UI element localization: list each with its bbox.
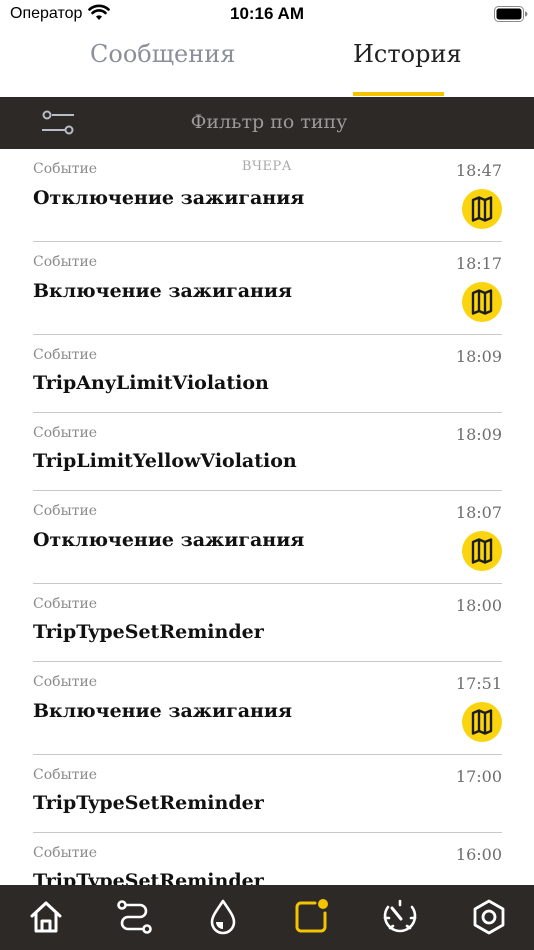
event-time: 17:00	[455, 767, 502, 786]
event-row[interactable]: Событие 18:00 TripTypeSetReminder	[0, 584, 534, 662]
status-bar: Оператор 10:16 AM	[0, 0, 534, 28]
speedometer-icon[interactable]	[382, 899, 418, 935]
filter-by-type-label[interactable]: Фильтр по типу	[0, 111, 534, 133]
route-icon[interactable]	[116, 899, 152, 935]
event-time: 16:00	[455, 845, 502, 864]
history-list[interactable]: ВЧЕРА Событие 18:47 Отключение зажигания Со…	[0, 149, 534, 885]
event-title: TripLimitYellowViolation	[33, 450, 297, 472]
event-time: 18:00	[455, 596, 502, 615]
event-title: TripTypeSetReminder	[33, 621, 264, 643]
notifications-icon[interactable]	[293, 899, 329, 935]
active-tab-indicator	[353, 92, 444, 96]
day-section-label: ВЧЕРА	[241, 159, 293, 174]
show-on-map-button[interactable]	[462, 702, 502, 742]
map-icon	[471, 289, 493, 315]
show-on-map-button[interactable]	[462, 189, 502, 229]
fuel-drop-icon[interactable]	[205, 899, 241, 935]
event-title: TripAnyLimitViolation	[33, 372, 269, 394]
event-title: Включение зажигания	[33, 280, 293, 302]
event-row[interactable]: Событие 18:09 TripLimitYellowViolation	[0, 413, 534, 491]
event-title: TripTypeSetReminder	[33, 792, 264, 814]
bottom-navigation	[0, 885, 534, 950]
clock: 10:16 AM	[229, 4, 304, 23]
tab-bar: Сообщения История	[0, 28, 534, 96]
event-type: Событие	[33, 845, 98, 861]
event-time: 18:09	[455, 347, 502, 366]
event-title: Отключение зажигания	[33, 187, 305, 209]
map-icon	[471, 538, 493, 564]
event-row[interactable]: Событие 17:51 Включение зажигания	[0, 662, 534, 755]
map-icon	[471, 709, 493, 735]
filter-bar[interactable]: Фильтр по типу	[0, 97, 534, 149]
event-row[interactable]: Событие 18:09 TripAnyLimitViolation	[0, 335, 534, 413]
event-title: Отключение зажигания	[33, 529, 305, 551]
event-row[interactable]: Событие 17:00 TripTypeSetReminder	[0, 755, 534, 833]
event-type: Событие	[33, 425, 98, 441]
event-type: Событие	[33, 503, 98, 519]
event-type: Событие	[33, 767, 98, 783]
event-time: 18:17	[455, 254, 502, 273]
home-icon[interactable]	[28, 899, 64, 935]
tab-messages[interactable]: Сообщения	[90, 40, 235, 68]
event-title: Включение зажигания	[33, 700, 293, 722]
event-type: Событие	[33, 596, 98, 612]
map-icon	[471, 196, 493, 222]
event-type: Событие	[33, 254, 98, 270]
settings-nut-icon[interactable]	[471, 899, 507, 935]
event-time: 18:09	[455, 425, 502, 444]
battery-icon	[494, 6, 528, 22]
event-time: 18:07	[455, 503, 502, 522]
show-on-map-button[interactable]	[462, 282, 502, 322]
show-on-map-button[interactable]	[462, 531, 502, 571]
event-type: Событие	[33, 347, 98, 363]
tab-history[interactable]: История	[353, 40, 462, 68]
event-type: Событие	[33, 674, 98, 690]
event-time: 17:51	[455, 674, 502, 693]
event-row[interactable]: Событие 18:17 Включение зажигания	[0, 242, 534, 335]
event-title: TripTypeSetReminder	[33, 870, 264, 885]
event-row[interactable]: Событие 16:00 TripTypeSetReminder	[0, 833, 534, 885]
event-row[interactable]: Событие 18:07 Отключение зажигания	[0, 491, 534, 584]
